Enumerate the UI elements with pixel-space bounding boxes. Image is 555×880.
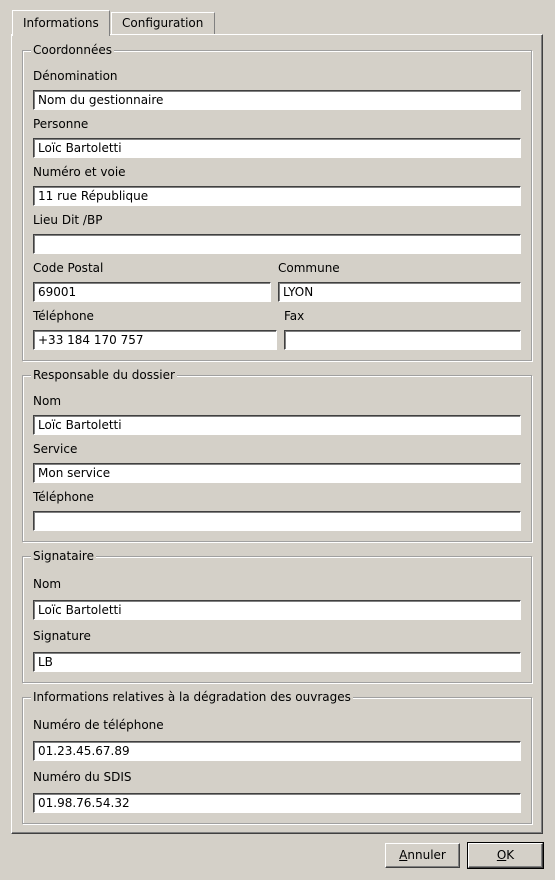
- signataire-nom-label: Nom: [33, 577, 62, 591]
- cancel-button[interactable]: Annuler: [385, 843, 460, 868]
- commune-field[interactable]: LYON: [278, 282, 521, 302]
- lieu-dit-field[interactable]: [33, 234, 521, 254]
- responsable-telephone-field[interactable]: [33, 511, 521, 531]
- responsable-nom-label: Nom: [33, 394, 62, 408]
- numero-voie-label: Numéro et voie: [33, 165, 126, 179]
- telephone-label: Téléphone: [33, 309, 94, 323]
- denomination-label: Dénomination: [33, 69, 118, 83]
- personne-label: Personne: [33, 117, 89, 131]
- tab-configuration[interactable]: Configuration: [111, 12, 215, 34]
- numero-telephone-field[interactable]: 01.23.45.67.89: [33, 741, 521, 761]
- numero-sdis-field[interactable]: 01.98.76.54.32: [33, 793, 521, 813]
- signature-field[interactable]: LB: [33, 652, 521, 672]
- ok-button[interactable]: OK: [467, 842, 544, 869]
- signature-label: Signature: [33, 629, 91, 643]
- degradation-legend: Informations relatives à la dégradation …: [31, 689, 353, 705]
- cancel-label: nnuler: [407, 848, 446, 862]
- ok-mnemonic: O: [496, 848, 507, 862]
- responsable-telephone-label: Téléphone: [33, 490, 94, 504]
- signataire-nom-field[interactable]: Loïc Bartoletti: [33, 600, 521, 620]
- service-label: Service: [33, 442, 78, 456]
- fax-label: Fax: [284, 309, 305, 323]
- coordonnees-legend: Coordonnées: [31, 42, 114, 58]
- tab-informations[interactable]: Informations: [12, 10, 110, 36]
- service-field[interactable]: Mon service: [33, 463, 521, 483]
- telephone-field[interactable]: +33 184 170 757: [33, 330, 277, 350]
- tab-configuration-label: Configuration: [122, 16, 204, 30]
- responsable-legend: Responsable du dossier: [31, 367, 177, 383]
- code-postal-label: Code Postal: [33, 261, 104, 275]
- responsable-nom-field[interactable]: Loïc Bartoletti: [33, 415, 521, 435]
- code-postal-field[interactable]: 69001: [33, 282, 271, 302]
- numero-voie-field[interactable]: 11 rue République: [33, 186, 521, 206]
- fax-field[interactable]: [284, 330, 521, 350]
- personne-field[interactable]: Loïc Bartoletti: [33, 138, 521, 158]
- denomination-field[interactable]: Nom du gestionnaire: [33, 90, 521, 110]
- numero-telephone-label: Numéro de téléphone: [33, 718, 164, 732]
- numero-sdis-label: Numéro du SDIS: [33, 770, 132, 784]
- commune-label: Commune: [278, 261, 340, 275]
- ok-label: K: [506, 848, 515, 862]
- signataire-legend: Signataire: [31, 548, 96, 564]
- tab-informations-label: Informations: [23, 16, 99, 30]
- lieu-dit-label: Lieu Dit /BP: [33, 213, 103, 227]
